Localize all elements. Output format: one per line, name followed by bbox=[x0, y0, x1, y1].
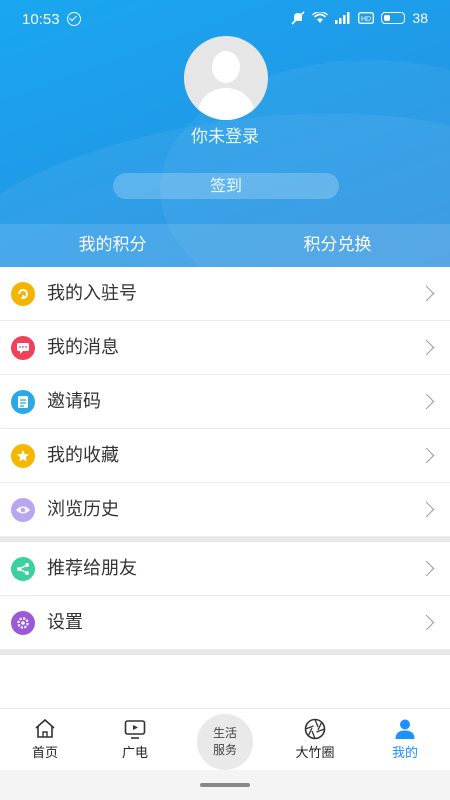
menu-list: 我的入驻号 我的消息 邀请码 我的收藏 浏览历史 推荐给朋友 设置 bbox=[0, 267, 450, 655]
life-service-line1: 生活 bbox=[212, 726, 237, 740]
status-bar: 10:53 HD 38 bbox=[0, 0, 450, 38]
message-icon bbox=[11, 336, 35, 360]
chevron-right-icon bbox=[418, 339, 435, 356]
chevron-right-icon bbox=[418, 447, 435, 464]
wifi-icon bbox=[312, 12, 329, 23]
share-icon bbox=[11, 557, 35, 581]
star-icon bbox=[11, 444, 35, 468]
login-prompt[interactable]: 你未登录 bbox=[0, 122, 450, 147]
hd-icon: HD bbox=[358, 12, 375, 24]
menu-item-favorites[interactable]: 我的收藏 bbox=[0, 429, 450, 483]
status-icons: HD 38 bbox=[291, 10, 428, 26]
section-divider bbox=[0, 650, 450, 655]
status-time: 10:53 bbox=[22, 11, 60, 28]
menu-item-label: 设置 bbox=[47, 612, 83, 633]
menu-item-label: 我的入驻号 bbox=[47, 283, 137, 304]
user-icon bbox=[395, 719, 415, 739]
tab-circle[interactable]: 大竹圈 bbox=[270, 709, 360, 771]
chevron-right-icon bbox=[418, 614, 435, 631]
tab-label: 首页 bbox=[31, 746, 58, 761]
gesture-area bbox=[0, 770, 450, 800]
menu-item-invite-code[interactable]: 邀请码 bbox=[0, 375, 450, 429]
aperture-icon bbox=[304, 718, 326, 740]
avatar[interactable] bbox=[184, 36, 268, 120]
menu-item-history[interactable]: 浏览历史 bbox=[0, 483, 450, 537]
tv-icon bbox=[124, 720, 146, 739]
tab-label: 广电 bbox=[121, 746, 148, 761]
eye-icon bbox=[11, 498, 35, 522]
tab-life-service[interactable]: 生活 服务 bbox=[180, 709, 270, 771]
tab-label: 我的 bbox=[391, 746, 418, 761]
avatar-body bbox=[198, 88, 254, 120]
menu-item-label: 我的收藏 bbox=[47, 445, 119, 466]
points-redeem-button[interactable]: 积分兑换 bbox=[225, 224, 450, 267]
chevron-right-icon bbox=[418, 393, 435, 410]
tab-label: 大竹圈 bbox=[295, 746, 335, 761]
menu-item-label: 推荐给朋友 bbox=[47, 558, 137, 579]
tab-tv[interactable]: 广电 bbox=[90, 709, 180, 771]
menu-item-my-account[interactable]: 我的入驻号 bbox=[0, 267, 450, 321]
life-service-line2: 服务 bbox=[212, 743, 237, 757]
settings-icon bbox=[11, 611, 35, 635]
home-icon bbox=[35, 718, 55, 738]
life-service-button[interactable]: 生活 服务 bbox=[197, 714, 253, 770]
menu-item-my-messages[interactable]: 我的消息 bbox=[0, 321, 450, 375]
check-circle-icon bbox=[67, 12, 81, 26]
signal-icon bbox=[335, 12, 350, 24]
menu-item-recommend[interactable]: 推荐给朋友 bbox=[0, 542, 450, 596]
avatar-head bbox=[212, 51, 240, 83]
account-icon bbox=[11, 282, 35, 306]
menu-item-label: 我的消息 bbox=[47, 337, 119, 358]
menu-item-label: 邀请码 bbox=[47, 391, 101, 412]
chevron-right-icon bbox=[418, 501, 435, 518]
bottom-nav: 首页 广电 生活 服务 大竹圈 我的 bbox=[0, 708, 450, 771]
invite-code-icon bbox=[11, 390, 35, 414]
menu-item-label: 浏览历史 bbox=[47, 499, 119, 520]
points-bar: 我的积分 积分兑换 bbox=[0, 224, 450, 267]
my-points-button[interactable]: 我的积分 bbox=[0, 224, 225, 267]
profile-header: 10:53 HD 38 你未登录 签到 我的积分 积分兑换 bbox=[0, 0, 450, 267]
chevron-right-icon bbox=[418, 560, 435, 577]
battery-level: 38 bbox=[412, 10, 428, 26]
battery-icon bbox=[381, 12, 406, 24]
menu-item-settings[interactable]: 设置 bbox=[0, 596, 450, 650]
signin-button[interactable]: 签到 bbox=[113, 173, 339, 199]
gesture-handle[interactable] bbox=[200, 783, 250, 787]
tab-mine[interactable]: 我的 bbox=[360, 709, 450, 771]
chevron-right-icon bbox=[418, 285, 435, 302]
mute-icon bbox=[291, 11, 305, 25]
svg-text:HD: HD bbox=[361, 16, 371, 23]
tab-home[interactable]: 首页 bbox=[0, 709, 90, 771]
